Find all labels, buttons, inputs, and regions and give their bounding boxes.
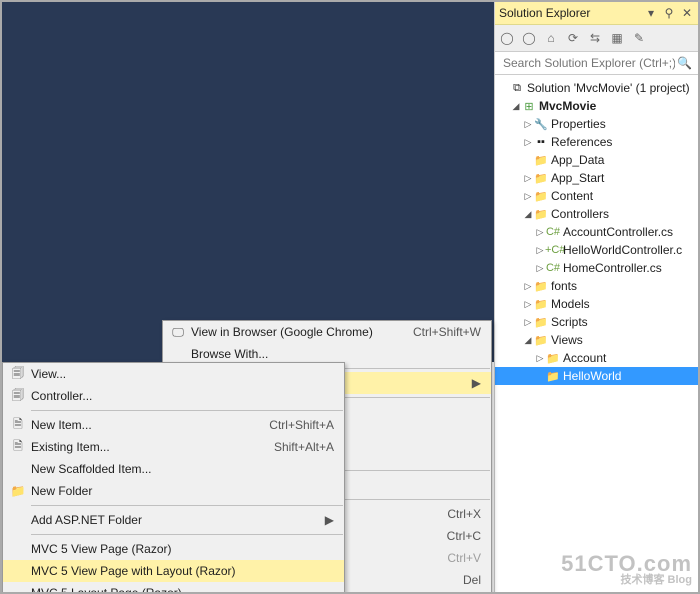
menu-view-in-browser[interactable]: 🖵View in Browser (Google Chrome)Ctrl+Shi…: [163, 321, 491, 343]
menu-scaffolded-item[interactable]: New Scaffolded Item...: [3, 458, 344, 480]
refresh-icon[interactable]: ⟳: [565, 30, 581, 46]
show-all-icon[interactable]: ▦: [609, 30, 625, 46]
tree-node-selected[interactable]: 📁HelloWorld: [495, 367, 698, 385]
new-item-icon: 🗎: [7, 415, 29, 436]
new-folder-icon: 📁: [7, 484, 29, 498]
menu-mvc-layout-page[interactable]: MVC 5 Layout Page (Razor): [3, 582, 344, 594]
tree-node[interactable]: ▷▪▪References: [495, 133, 698, 151]
panel-toolbar: ◯ ◯ ⌂ ⟳ ⇆ ▦ ✎: [495, 25, 698, 52]
menu-mvc-view-page[interactable]: MVC 5 View Page (Razor): [3, 538, 344, 560]
existing-item-icon: 🗎: [7, 437, 29, 458]
solution-tree[interactable]: ⧉Solution 'MvcMovie' (1 project) ◢⊞MvcMo…: [495, 75, 698, 389]
tree-node[interactable]: ▷🔧Properties: [495, 115, 698, 133]
project-node[interactable]: ◢⊞MvcMovie: [495, 97, 698, 115]
panel-titlebar: Solution Explorer ▾ ⚲ ✕: [495, 2, 698, 25]
pin-icon[interactable]: ⚲: [662, 6, 676, 20]
tree-node[interactable]: ▷📁Content: [495, 187, 698, 205]
search-input[interactable]: [501, 55, 677, 71]
tree-node[interactable]: ▷📁App_Start: [495, 169, 698, 187]
tree-node[interactable]: 📁App_Data: [495, 151, 698, 169]
chevron-right-icon: ▶: [305, 513, 334, 527]
tree-node[interactable]: ▷📁Models: [495, 295, 698, 313]
search-icon[interactable]: 🔍: [677, 56, 692, 70]
forward-icon[interactable]: ◯: [521, 30, 537, 46]
file-node[interactable]: ▷C#AccountController.cs: [495, 223, 698, 241]
menu-aspnet-folder[interactable]: Add ASP.NET Folder▶: [3, 509, 344, 531]
home-icon[interactable]: ⌂: [543, 30, 559, 46]
chevron-right-icon: ▶: [452, 376, 481, 390]
menu-new-folder[interactable]: 📁New Folder: [3, 480, 344, 502]
menu-separator: [31, 505, 343, 506]
file-node[interactable]: ▷+C#HelloWorldController.c: [495, 241, 698, 259]
tree-node[interactable]: ◢📁Views: [495, 331, 698, 349]
menu-new-item[interactable]: 🗎New Item...Ctrl+Shift+A: [3, 414, 344, 436]
dropdown-icon[interactable]: ▾: [644, 6, 658, 20]
menu-separator: [31, 534, 343, 535]
controller-icon: 🗐: [7, 386, 29, 407]
browser-icon: 🖵: [167, 325, 189, 340]
solution-explorer-panel: Solution Explorer ▾ ⚲ ✕ ◯ ◯ ⌂ ⟳ ⇆ ▦ ✎ 🔍 …: [494, 2, 698, 594]
panel-title: Solution Explorer: [499, 6, 590, 20]
close-icon[interactable]: ✕: [680, 6, 694, 20]
menu-mvc-view-page-layout[interactable]: MVC 5 View Page with Layout (Razor): [3, 560, 344, 582]
file-node[interactable]: ▷C#HomeController.cs: [495, 259, 698, 277]
solution-node[interactable]: ⧉Solution 'MvcMovie' (1 project): [495, 79, 698, 97]
view-icon: 🗐: [7, 364, 29, 385]
search-box[interactable]: 🔍: [495, 52, 698, 75]
properties-icon[interactable]: ✎: [631, 30, 647, 46]
menu-controller[interactable]: 🗐Controller...: [3, 385, 344, 407]
sync-icon[interactable]: ⇆: [587, 30, 603, 46]
tree-node[interactable]: ◢📁Controllers: [495, 205, 698, 223]
tree-node[interactable]: ▷📁fonts: [495, 277, 698, 295]
editor-area: [2, 2, 494, 362]
tree-node[interactable]: ▷📁Account: [495, 349, 698, 367]
menu-separator: [31, 410, 343, 411]
window: Solution Explorer ▾ ⚲ ✕ ◯ ◯ ⌂ ⟳ ⇆ ▦ ✎ 🔍 …: [0, 0, 700, 594]
tree-node[interactable]: ▷📁Scripts: [495, 313, 698, 331]
menu-existing-item[interactable]: 🗎Existing Item...Shift+Alt+A: [3, 436, 344, 458]
menu-view[interactable]: 🗐View...: [3, 363, 344, 385]
back-icon[interactable]: ◯: [499, 30, 515, 46]
add-submenu: 🗐View... 🗐Controller... 🗎New Item...Ctrl…: [2, 362, 345, 594]
